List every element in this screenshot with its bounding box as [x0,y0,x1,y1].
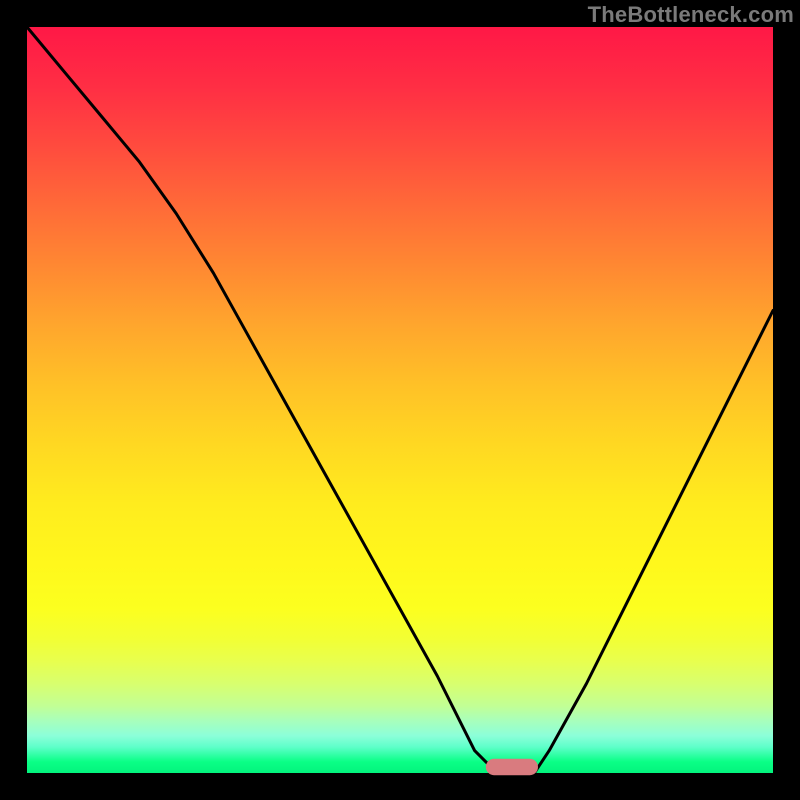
watermark-text: TheBottleneck.com [588,2,794,28]
chart-overlay [27,27,773,773]
bottleneck-curve [27,27,773,773]
sweet-spot-marker [486,759,538,775]
chart-container: TheBottleneck.com [0,0,800,800]
